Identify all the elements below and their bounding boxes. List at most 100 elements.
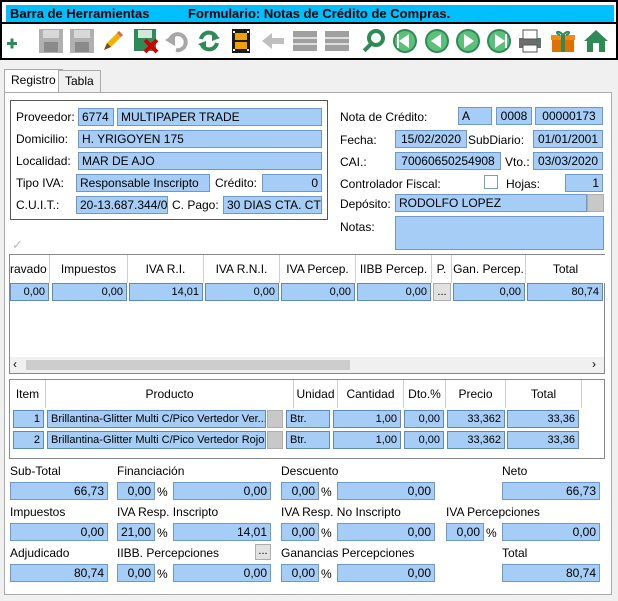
first-button[interactable]	[391, 27, 419, 55]
item-cell-producto[interactable]: Brillantina-Glitter Multi C/Pico Vertedo…	[47, 431, 266, 449]
gift-button[interactable]	[549, 27, 577, 55]
tax-col-iva-ri[interactable]: IVA R.I.	[128, 255, 204, 283]
nota-num-field[interactable]: 00000173	[535, 107, 603, 125]
tax-grid-hscrollbar[interactable]: ‹ ›	[10, 357, 604, 373]
financiacion-field[interactable]: 0,00	[173, 482, 271, 500]
tax-col-impuestos[interactable]: Impuestos	[50, 255, 128, 283]
back-button[interactable]	[259, 27, 287, 55]
tax-cell-iva-rni[interactable]: 0,00	[205, 283, 279, 301]
tax-cell-iibb-percep[interactable]: 0,00	[357, 283, 431, 301]
tax-cell-total[interactable]: 80,74	[527, 283, 603, 301]
gan-pct-field[interactable]: 0,00	[281, 564, 319, 582]
items-col-unidad[interactable]: Unidad	[294, 380, 338, 408]
scroll-right-icon[interactable]: ›	[592, 357, 596, 371]
tax-cell-iva-ri[interactable]: 14,01	[129, 283, 203, 301]
item-cell-total[interactable]: 33,36	[507, 431, 579, 449]
item-producto-lookup-button[interactable]	[267, 431, 283, 449]
grid-button[interactable]	[291, 27, 319, 55]
items-col-cantidad[interactable]: Cantidad	[338, 380, 404, 408]
scroll-thumb[interactable]	[26, 360, 350, 370]
tipo-iva-field[interactable]: Responsable Inscripto	[76, 174, 210, 192]
tab-tabla[interactable]: Tabla	[58, 70, 101, 92]
items-col-item[interactable]: Item	[10, 380, 46, 408]
item-cell-producto[interactable]: Brillantina-Glitter Multi C/Pico Vertedo…	[47, 410, 266, 428]
tax-cell-gan-percep[interactable]: 0,00	[453, 283, 525, 301]
tax-cell-impuestos[interactable]: 0,00	[52, 283, 127, 301]
iva-ri-pct-field[interactable]: 21,00	[117, 523, 155, 541]
grid2-button[interactable]	[323, 27, 351, 55]
impuestos-field[interactable]: 0,00	[10, 523, 108, 541]
item-cell-total[interactable]: 33,36	[507, 410, 579, 428]
next-button[interactable]	[454, 27, 482, 55]
neto-field[interactable]: 66,73	[502, 482, 600, 500]
iva-rni-pct-field[interactable]: 0,00	[281, 523, 319, 541]
home-button[interactable]	[582, 27, 610, 55]
subdiario-field[interactable]: 01/01/2001	[533, 130, 603, 148]
tax-col-iva-percep[interactable]: IVA Percep.	[280, 255, 356, 283]
last-button[interactable]	[485, 27, 513, 55]
item-cell-cantidad[interactable]: 1,00	[333, 431, 401, 449]
credito-field[interactable]: 0	[262, 174, 322, 192]
save-button[interactable]	[37, 27, 65, 55]
cpago-field[interactable]: 30 DIAS CTA. CT	[223, 196, 322, 214]
undo-button[interactable]	[163, 27, 191, 55]
item-cell-unidad[interactable]: Btr.	[286, 431, 330, 449]
iibb-detail-button[interactable]: ...	[255, 544, 271, 560]
controlador-checkbox[interactable]	[484, 175, 498, 189]
total-field[interactable]: 80,74	[502, 564, 600, 582]
delete-button[interactable]	[132, 27, 160, 55]
fecha-field[interactable]: 15/02/2020	[395, 130, 467, 148]
iibb-pct-field[interactable]: 0,00	[117, 564, 155, 582]
item-cell-num[interactable]: 1	[13, 410, 44, 428]
item-cell-precio[interactable]: 33,362	[447, 410, 505, 428]
item-producto-lookup-button[interactable]	[267, 410, 283, 428]
iva-perc-field[interactable]: 0,00	[502, 523, 600, 541]
descuento-pct-field[interactable]: 0,00	[281, 482, 319, 500]
notas-field[interactable]	[395, 216, 604, 250]
item-cell-unidad[interactable]: Btr.	[286, 410, 330, 428]
tax-col-p[interactable]: P.	[432, 255, 452, 283]
tax-col-iibb-percep[interactable]: IIBB Percep.	[356, 255, 432, 283]
tax-cell-iva-percep[interactable]: 0,00	[281, 283, 355, 301]
search-button[interactable]	[360, 27, 388, 55]
iva-perc-pct-field[interactable]: 0,00	[446, 523, 484, 541]
localidad-field[interactable]: MAR DE AJO	[78, 152, 322, 170]
tax-cell-gravado[interactable]: 0,00	[10, 283, 49, 301]
adjudicado-field[interactable]: 80,74	[10, 564, 108, 582]
prev-button[interactable]	[423, 27, 451, 55]
proveedor-code-field[interactable]: 6774	[78, 108, 114, 126]
item-cell-cantidad[interactable]: 1,00	[333, 410, 401, 428]
descuento-field[interactable]: 0,00	[337, 482, 435, 500]
tax-col-total[interactable]: Total	[526, 255, 605, 283]
hojas-field[interactable]: 1	[565, 174, 603, 192]
save-as-button[interactable]	[68, 27, 96, 55]
edit-button[interactable]	[99, 27, 127, 55]
scroll-left-icon[interactable]: ‹	[13, 357, 17, 371]
item-cell-dto[interactable]: 0,00	[404, 431, 444, 449]
item-cell-dto[interactable]: 0,00	[404, 410, 444, 428]
tax-col-iva-rni[interactable]: IVA R.N.I.	[204, 255, 280, 283]
tax-cell-p-button[interactable]: ...	[433, 283, 451, 301]
gan-field[interactable]: 0,00	[337, 564, 435, 582]
film-button[interactable]	[227, 27, 255, 55]
nota-letra-field[interactable]: A	[458, 107, 492, 125]
cai-field[interactable]: 70060650254908	[395, 152, 501, 170]
items-col-total[interactable]: Total	[506, 380, 582, 408]
nota-pv-field[interactable]: 0008	[496, 107, 532, 125]
subtotal-field[interactable]: 66,73	[10, 482, 108, 500]
add-button[interactable]	[4, 27, 32, 55]
items-col-precio[interactable]: Precio	[446, 380, 506, 408]
items-col-dto[interactable]: Dto.%	[404, 380, 446, 408]
proveedor-name-field[interactable]: MULTIPAPER TRADE	[117, 108, 322, 126]
financiacion-pct-field[interactable]: 0,00	[117, 482, 155, 500]
tax-col-gan-percep[interactable]: Gan. Percep.	[452, 255, 526, 283]
iva-ri-field[interactable]: 14,01	[173, 523, 271, 541]
cuit-field[interactable]: 20-13.687.344/0	[76, 196, 168, 214]
deposito-lookup-button[interactable]	[587, 194, 604, 212]
iva-rni-field[interactable]: 0,00	[337, 523, 435, 541]
tax-col-gravado[interactable]: ravado	[10, 255, 50, 283]
vto-field[interactable]: 03/03/2020	[533, 152, 603, 170]
refresh-button[interactable]	[195, 27, 223, 55]
item-cell-precio[interactable]: 33,362	[447, 431, 505, 449]
items-col-producto[interactable]: Producto	[46, 380, 294, 408]
